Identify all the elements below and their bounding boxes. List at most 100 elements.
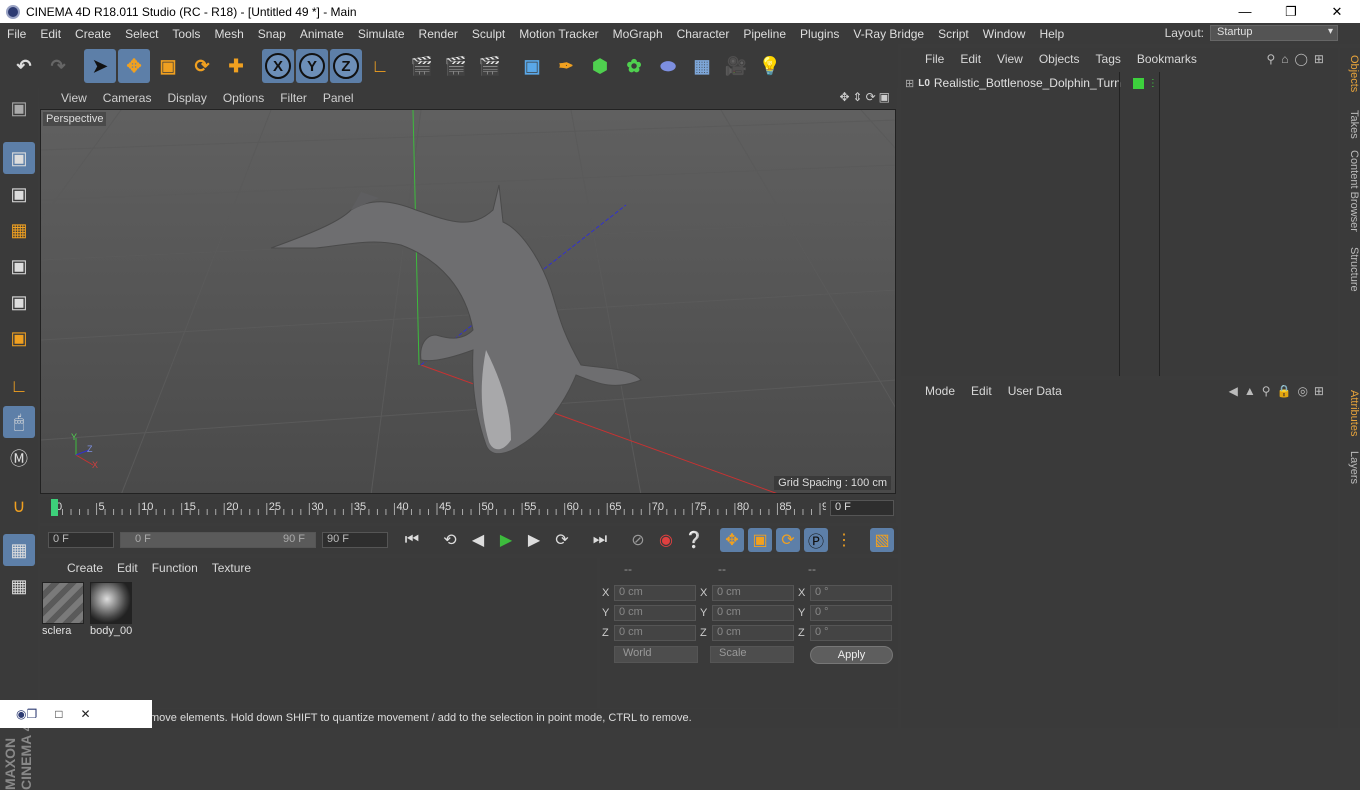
go-to-end-icon[interactable]: ⏭	[588, 528, 612, 552]
object-name[interactable]: Realistic_Bottlenose_Dolphin_Turn	[934, 76, 1121, 90]
deformer-icon[interactable]: ⬬	[652, 49, 684, 83]
menu-edit[interactable]: Edit	[33, 27, 68, 41]
render-settings-icon[interactable]: 🎬	[474, 49, 506, 83]
menu-tools[interactable]: Tools	[165, 27, 207, 41]
end-frame-field[interactable]: 90 F	[322, 532, 388, 548]
rotation-p-field[interactable]: 0 °	[810, 605, 892, 621]
menu-mesh[interactable]: Mesh	[207, 27, 250, 41]
previous-frame-icon[interactable]: ◀	[466, 528, 490, 552]
objects-menu-tags[interactable]: Tags	[1088, 52, 1129, 66]
material-menu-texture[interactable]: Texture	[205, 561, 258, 575]
rotate-tool-icon[interactable]: ⟳	[186, 49, 218, 83]
key-point-level-icon[interactable]: ⋮	[832, 528, 856, 552]
menu-plugins[interactable]: Plugins	[793, 27, 846, 41]
make-editable-icon[interactable]: ▣	[3, 92, 35, 124]
undo-icon[interactable]: ↶	[8, 49, 40, 83]
menu-simulate[interactable]: Simulate	[351, 27, 412, 41]
point-mode-icon[interactable]: ▣	[3, 250, 35, 282]
tab-content-browser[interactable]: Content Browser	[1340, 146, 1360, 236]
viewport-menu-view[interactable]: View	[39, 91, 95, 105]
camera-icon[interactable]: 🎥	[720, 49, 752, 83]
restore-button[interactable]: ❐	[1268, 0, 1314, 23]
objects-menu-objects[interactable]: Objects	[1031, 52, 1088, 66]
magnet-icon[interactable]: ∪	[3, 490, 35, 522]
menu-create[interactable]: Create	[68, 27, 118, 41]
layout-dropdown[interactable]: Startup	[1210, 25, 1338, 41]
object-manager-search-icon[interactable]: ⚲⌂◯⊞	[1266, 52, 1330, 66]
menu-snap[interactable]: Snap	[251, 27, 293, 41]
model-mode-icon[interactable]: ▣	[3, 142, 35, 174]
key-scale-icon[interactable]: ▣	[748, 528, 772, 552]
viewport-menu-panel[interactable]: Panel	[315, 91, 362, 105]
lock-workplane-icon[interactable]: ▦	[3, 534, 35, 566]
material-body[interactable]: body_00	[90, 582, 134, 638]
autokeying-icon[interactable]: ◉	[654, 528, 678, 552]
cinema4d-small-icon[interactable]: ◉❐	[16, 707, 37, 721]
objects-menu-file[interactable]: File	[917, 52, 952, 66]
go-to-start-icon[interactable]: ⏮	[400, 528, 424, 552]
menu-file[interactable]: File	[0, 27, 33, 41]
visibility-dots-icon[interactable]: ⋮	[1148, 78, 1158, 89]
menu-vray-bridge[interactable]: V-Ray Bridge	[846, 27, 931, 41]
tweak-mode-icon[interactable]: 🖱	[3, 406, 35, 438]
close-icon[interactable]: ✕	[80, 707, 90, 721]
attribute-manager-icons[interactable]: ◀▲⚲🔒◎⊞	[1229, 384, 1330, 398]
mograph-cloner-icon[interactable]: ✿	[618, 49, 650, 83]
key-rotation-icon[interactable]: ⟳	[776, 528, 800, 552]
key-position-icon[interactable]: ✥	[720, 528, 744, 552]
cube-primitive-icon[interactable]: ▣	[516, 49, 548, 83]
timeline-ruler[interactable]: 051015202530354045505560657075808590	[50, 497, 834, 519]
axis-mode-icon[interactable]: ∟	[3, 370, 35, 402]
size-y-field[interactable]: 0 cm	[712, 605, 794, 621]
pen-spline-icon[interactable]: ✒	[550, 49, 582, 83]
position-x-field[interactable]: 0 cm	[614, 585, 696, 601]
render-view-icon[interactable]: 🎬	[406, 49, 438, 83]
size-mode-dropdown[interactable]: Scale	[710, 646, 794, 663]
attributes-menu-mode[interactable]: Mode	[917, 384, 963, 398]
playhead-marker[interactable]	[51, 499, 58, 516]
material-menu-edit[interactable]: Edit	[110, 561, 145, 575]
coordinate-mode-dropdown[interactable]: World	[614, 646, 698, 663]
light-bulb-icon[interactable]: 💡	[754, 49, 786, 83]
render-picture-viewer-icon[interactable]: 🎬	[440, 49, 472, 83]
material-menu-create[interactable]: Create	[60, 561, 110, 575]
objects-menu-edit[interactable]: Edit	[952, 52, 989, 66]
tab-attributes[interactable]: Attributes	[1340, 384, 1360, 442]
key-parameter-icon[interactable]: Ⓟ	[804, 528, 828, 552]
play-forward-icon[interactable]: ▶	[494, 528, 518, 552]
close-button[interactable]: ✕	[1314, 0, 1360, 23]
workplane-mode-icon[interactable]: ▦	[3, 214, 35, 246]
planar-workplane-icon[interactable]: ▦	[3, 570, 35, 602]
material-sclera[interactable]: sclera	[42, 582, 86, 638]
tab-structure[interactable]: Structure	[1340, 242, 1360, 296]
position-y-field[interactable]: 0 cm	[614, 605, 696, 621]
y-axis-lock-button[interactable]: Y	[296, 49, 328, 83]
keyframe-selection-icon[interactable]: ❔	[682, 528, 706, 552]
move-tool-icon[interactable]: ✥	[118, 49, 150, 83]
menu-character[interactable]: Character	[670, 27, 737, 41]
material-menu-function[interactable]: Function	[145, 561, 205, 575]
menu-mograph[interactable]: MoGraph	[606, 27, 670, 41]
live-selection-icon[interactable]: ➤	[84, 49, 116, 83]
menu-motion-tracker[interactable]: Motion Tracker	[512, 27, 605, 41]
size-z-field[interactable]: 0 cm	[712, 625, 794, 641]
transform-tool-icon[interactable]: ✚	[220, 49, 252, 83]
rotation-b-field[interactable]: 0 °	[810, 625, 892, 641]
texture-mode-icon[interactable]: ▣	[3, 178, 35, 210]
menu-help[interactable]: Help	[1032, 27, 1071, 41]
object-list[interactable]: ⊞ L0 Realistic_Bottlenose_Dolphin_Turn ⋮	[901, 72, 1338, 376]
next-frame-icon[interactable]: ▶	[522, 528, 546, 552]
polygon-mode-icon[interactable]: ▣	[3, 322, 35, 354]
menu-window[interactable]: Window	[976, 27, 1033, 41]
viewport-menu-cameras[interactable]: Cameras	[95, 91, 160, 105]
size-x-field[interactable]: 0 cm	[712, 585, 794, 601]
menu-render[interactable]: Render	[412, 27, 465, 41]
scale-tool-icon[interactable]: ▣	[152, 49, 184, 83]
timeline[interactable]: 051015202530354045505560657075808590 0 F	[40, 497, 896, 523]
current-frame-field[interactable]: 0 F	[830, 500, 894, 516]
menu-sculpt[interactable]: Sculpt	[465, 27, 512, 41]
minimize-button[interactable]: —	[1222, 0, 1268, 23]
start-frame-field[interactable]: 0 F	[48, 532, 114, 548]
attributes-menu-user-data[interactable]: User Data	[1000, 384, 1070, 398]
viewport-menu-filter[interactable]: Filter	[272, 91, 315, 105]
